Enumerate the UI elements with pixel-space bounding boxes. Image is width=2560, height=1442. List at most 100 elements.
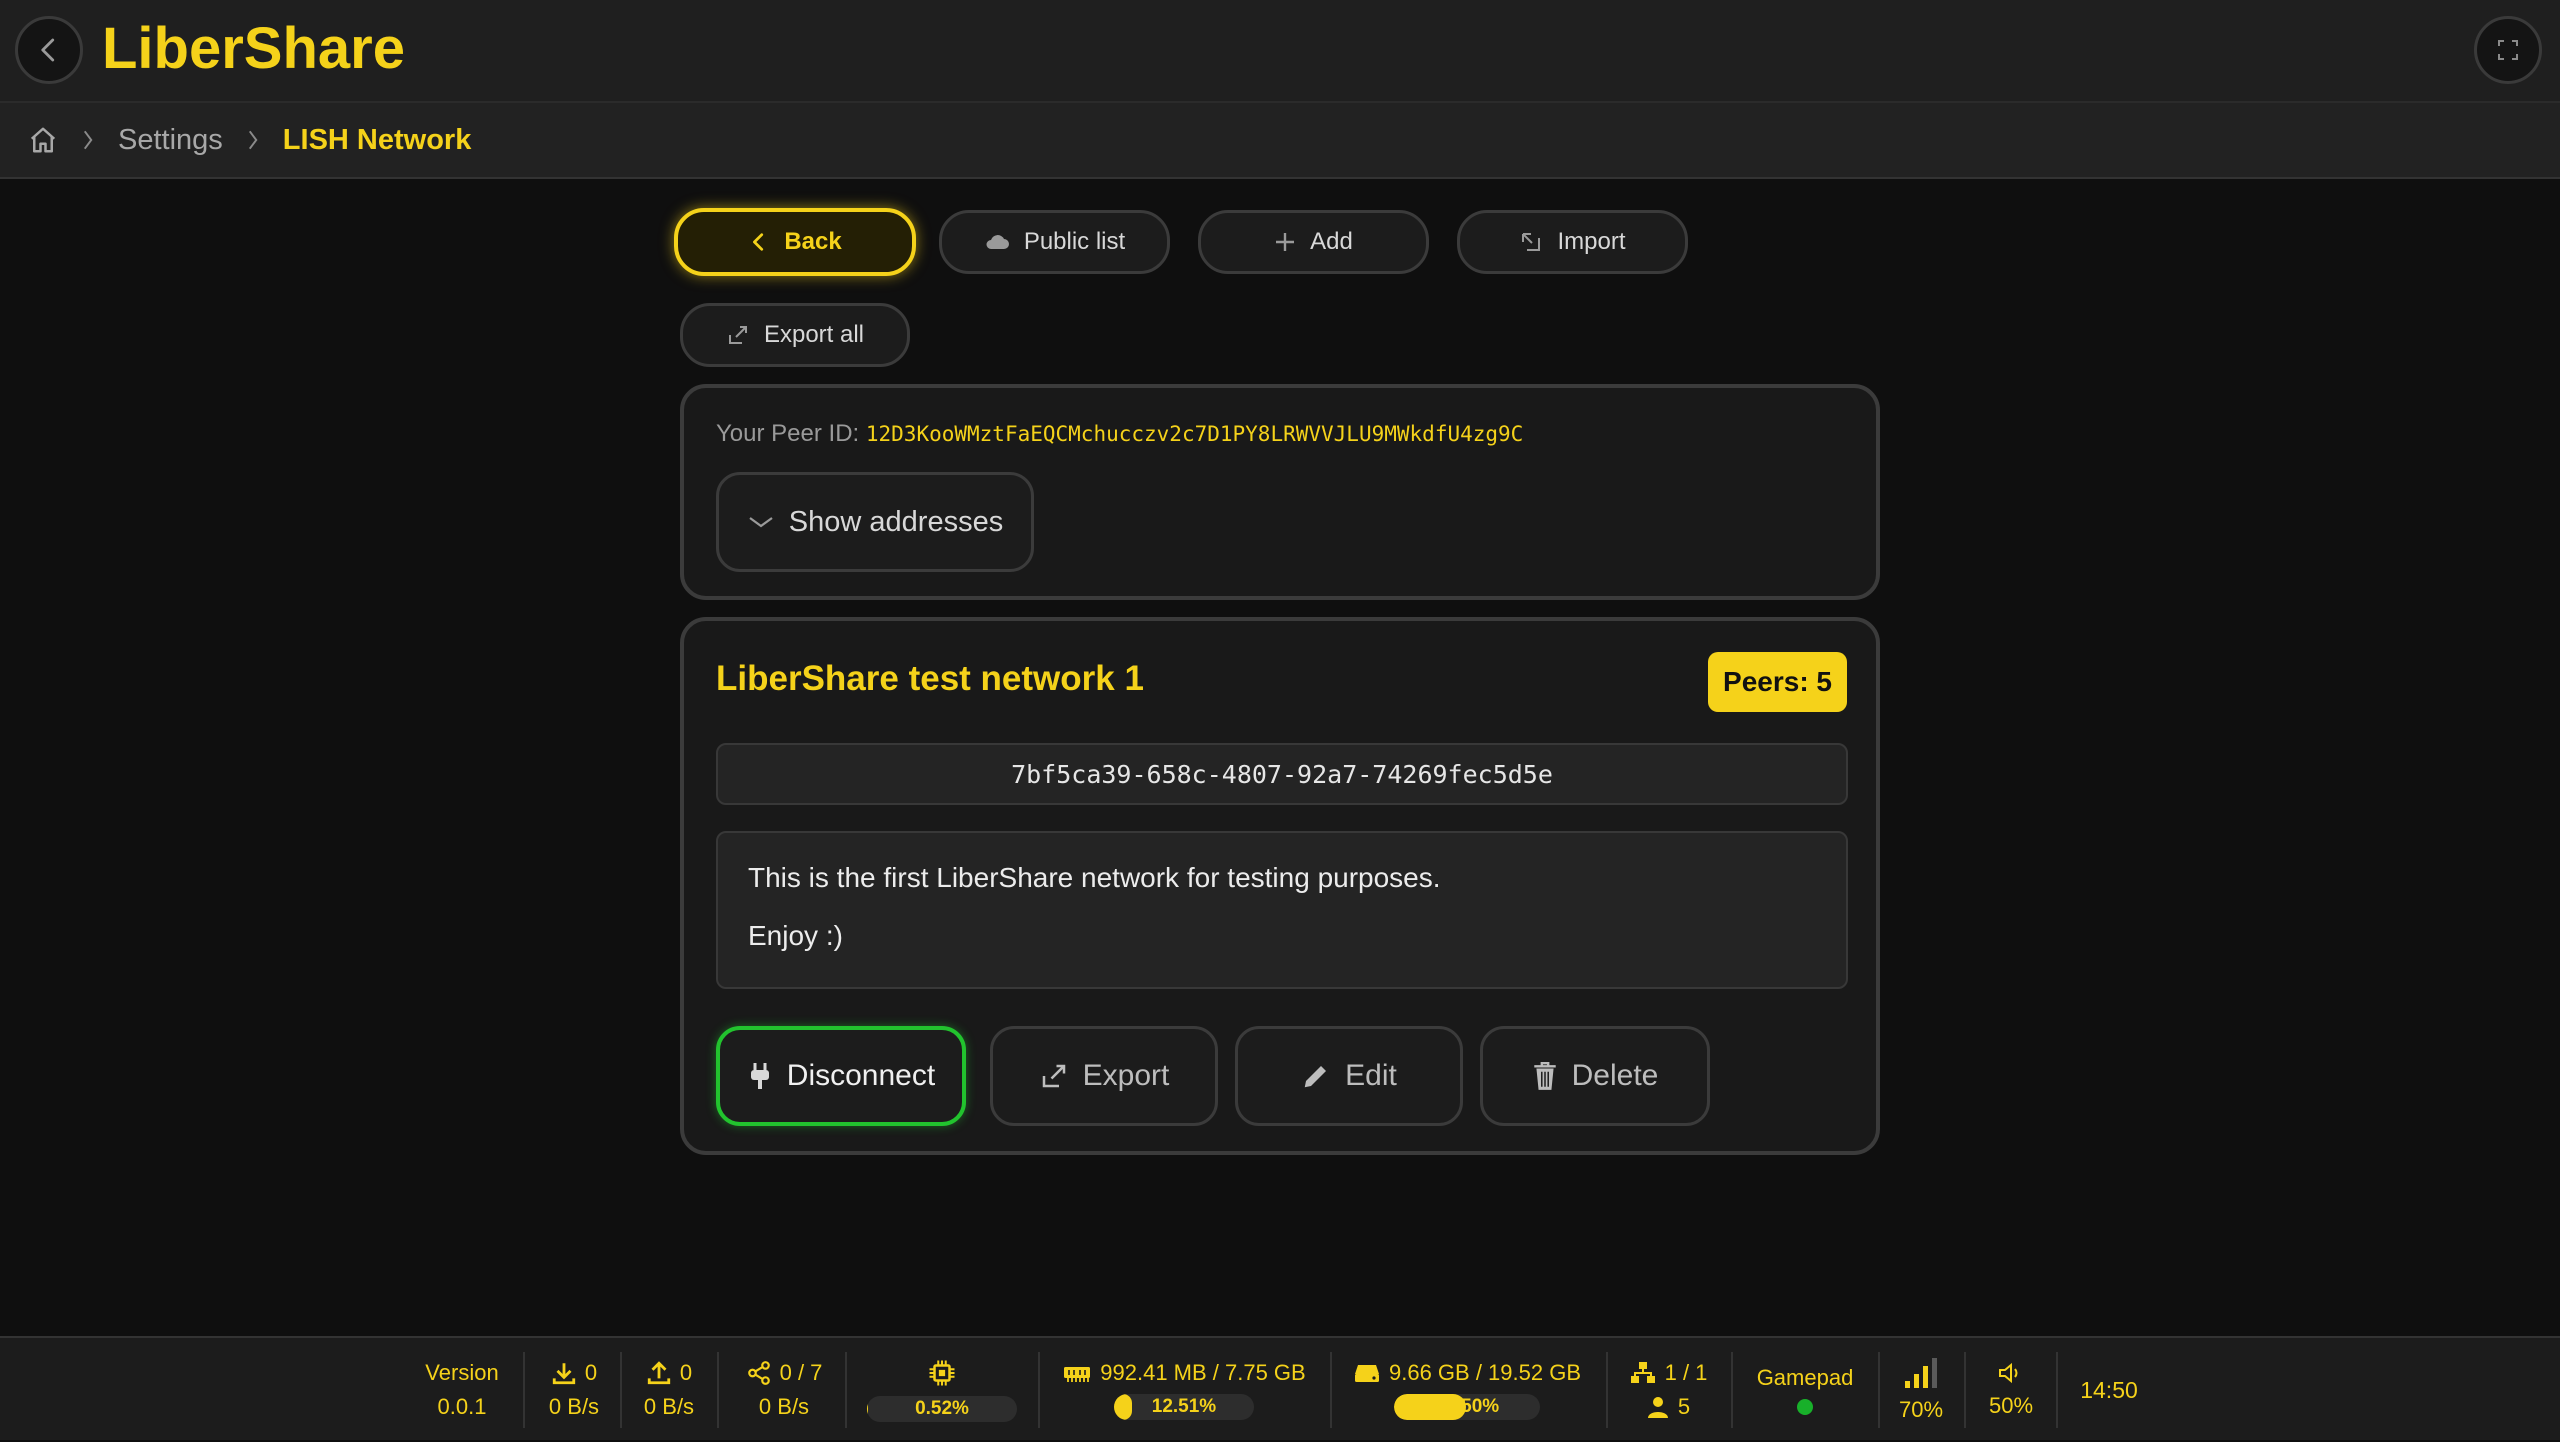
export-button[interactable]: Export — [990, 1026, 1218, 1126]
upload-count: 0 — [679, 1360, 693, 1385]
clock: 14:50 — [2064, 1338, 2154, 1442]
description-line: Enjoy :) — [748, 920, 843, 951]
cpu-usage-label: 0.52% — [915, 1398, 969, 1419]
header-back-button[interactable] — [15, 16, 83, 84]
plug-icon — [750, 1063, 769, 1089]
pencil-icon — [1304, 1066, 1327, 1088]
export-icon — [728, 326, 747, 344]
plus-icon — [1276, 233, 1295, 251]
network-description: This is the first LiberShare network for… — [716, 831, 1848, 989]
version-value: 0.0.1 — [437, 1394, 487, 1419]
cpu-usage-bar: 0.52% — [867, 1396, 1017, 1422]
gamepad-status-dot — [1797, 1399, 1813, 1415]
peers-badge: Peers: 5 — [1708, 652, 1847, 712]
user-icon — [1647, 1397, 1668, 1418]
peer-id-label: Your Peer ID: — [716, 420, 860, 447]
add-label: Add — [1310, 228, 1353, 255]
share-indicator: 0 / 7 0 B/s — [725, 1338, 843, 1442]
peer-id-row: Your Peer ID: 12D3KooWMztFaEQCMchucczv2c… — [716, 420, 1523, 448]
breadcrumb: Settings LISH Network — [0, 103, 2560, 179]
public-list-button[interactable]: Public list — [939, 210, 1170, 274]
cpu-bar-fill — [867, 1396, 868, 1422]
disk-indicator: 9.66 GB / 19.52 GB 49.50% — [1345, 1338, 1589, 1442]
ram-bar-fill — [1114, 1394, 1132, 1420]
gamepad-indicator: Gamepad — [1740, 1338, 1870, 1442]
chevron-right-icon — [245, 127, 261, 153]
upload-indicator: 0 0 B/s — [625, 1338, 713, 1442]
download-speed: 0 B/s — [548, 1394, 600, 1419]
network-title: LiberShare test network 1 — [716, 659, 1144, 698]
network-uuid[interactable]: 7bf5ca39-658c-4807-92a7-74269fec5d5e — [716, 743, 1848, 805]
chevron-right-icon — [80, 127, 96, 153]
share-count: 0 / 7 — [779, 1360, 823, 1385]
import-icon — [1522, 233, 1541, 251]
show-addresses-button[interactable]: Show addresses — [716, 472, 1034, 572]
edit-label: Edit — [1345, 1059, 1397, 1092]
peer-id-value[interactable]: 12D3KooWMztFaEQCMchucczv2c7D1PY8LRWVVJLU… — [866, 422, 1523, 446]
home-icon[interactable] — [28, 125, 58, 155]
trash-icon — [1533, 1061, 1556, 1090]
share-speed: 0 B/s — [758, 1394, 810, 1419]
chevron-left-icon — [753, 233, 764, 251]
add-button[interactable]: Add — [1198, 210, 1429, 274]
network-card: LiberShare test network 1 Peers: 5 7bf5c… — [680, 617, 1880, 1155]
disconnect-button[interactable]: Disconnect — [716, 1026, 966, 1126]
signal-value: 70% — [1898, 1397, 1944, 1422]
upload-icon — [647, 1361, 671, 1385]
app-title: LiberShare — [102, 16, 405, 81]
signal-indicator: 70% — [1886, 1338, 1956, 1442]
back-button[interactable]: Back — [674, 208, 916, 276]
signal-bars-icon — [1905, 1358, 1937, 1388]
show-addresses-label: Show addresses — [788, 505, 1004, 538]
lan-icon — [1630, 1362, 1655, 1383]
disconnect-label: Disconnect — [786, 1059, 936, 1092]
network-count: 1 / 1 — [1664, 1360, 1708, 1385]
delete-label: Delete — [1571, 1059, 1659, 1092]
edit-button[interactable]: Edit — [1235, 1026, 1463, 1126]
ram-usage-label: 12.51% — [1151, 1396, 1217, 1417]
share-icon — [747, 1361, 770, 1385]
ram-usage-bar: 12.51% — [1114, 1394, 1254, 1420]
peer-id-card: Your Peer ID: 12D3KooWMztFaEQCMchucczv2c… — [680, 384, 1880, 600]
fullscreen-button[interactable] — [2474, 16, 2542, 84]
export-all-label: Export all — [763, 321, 865, 348]
clock-time: 14:50 — [2080, 1376, 2138, 1403]
import-label: Import — [1557, 228, 1626, 255]
cpu-icon — [929, 1360, 955, 1386]
import-button[interactable]: Import — [1457, 210, 1688, 274]
gamepad-label: Gamepad — [1756, 1365, 1854, 1390]
speaker-icon — [1999, 1362, 2018, 1384]
download-count: 0 — [584, 1360, 598, 1385]
fullscreen-icon — [2498, 40, 2518, 60]
version-label: Version — [425, 1360, 499, 1385]
public-list-label: Public list — [1023, 228, 1126, 255]
network-indicator: 1 / 1 5 — [1615, 1338, 1721, 1442]
chevron-down-icon — [749, 517, 773, 528]
disk-usage-text: 9.66 GB / 19.52 GB — [1388, 1360, 1581, 1385]
chevron-left-icon — [41, 38, 55, 62]
disk-usage-label: 49.50% — [1434, 1396, 1500, 1417]
description-line: This is the first LiberShare network for… — [748, 862, 1441, 893]
ram-indicator: 992.41 MB / 7.75 GB 12.51% — [1052, 1338, 1316, 1442]
volume-value: 50% — [1988, 1393, 2034, 1418]
export-icon — [1042, 1064, 1065, 1088]
export-all-button[interactable]: Export all — [680, 303, 910, 367]
export-label: Export — [1082, 1059, 1170, 1092]
breadcrumb-current: LISH Network — [282, 123, 472, 156]
memory-icon — [1064, 1367, 1091, 1382]
version-indicator: Version 0.0.1 — [410, 1338, 514, 1442]
delete-button[interactable]: Delete — [1480, 1026, 1710, 1126]
status-bar: Version 0.0.1 0 0 B/s 0 0 B/s 0 / 7 0 B/… — [0, 1336, 2560, 1440]
cloud-icon — [986, 235, 1009, 249]
hard-drive-icon — [1354, 1365, 1379, 1382]
download-indicator: 0 0 B/s — [530, 1338, 618, 1442]
volume-indicator[interactable]: 50% — [1972, 1338, 2050, 1442]
app-header: LiberShare — [0, 0, 2560, 103]
upload-speed: 0 B/s — [643, 1394, 695, 1419]
download-icon — [552, 1363, 576, 1385]
breadcrumb-settings[interactable]: Settings — [118, 124, 223, 157]
back-button-label: Back — [784, 228, 842, 255]
cpu-indicator: 0.52% — [862, 1338, 1022, 1442]
ram-usage-text: 992.41 MB / 7.75 GB — [1100, 1360, 1306, 1385]
user-count: 5 — [1677, 1394, 1691, 1419]
